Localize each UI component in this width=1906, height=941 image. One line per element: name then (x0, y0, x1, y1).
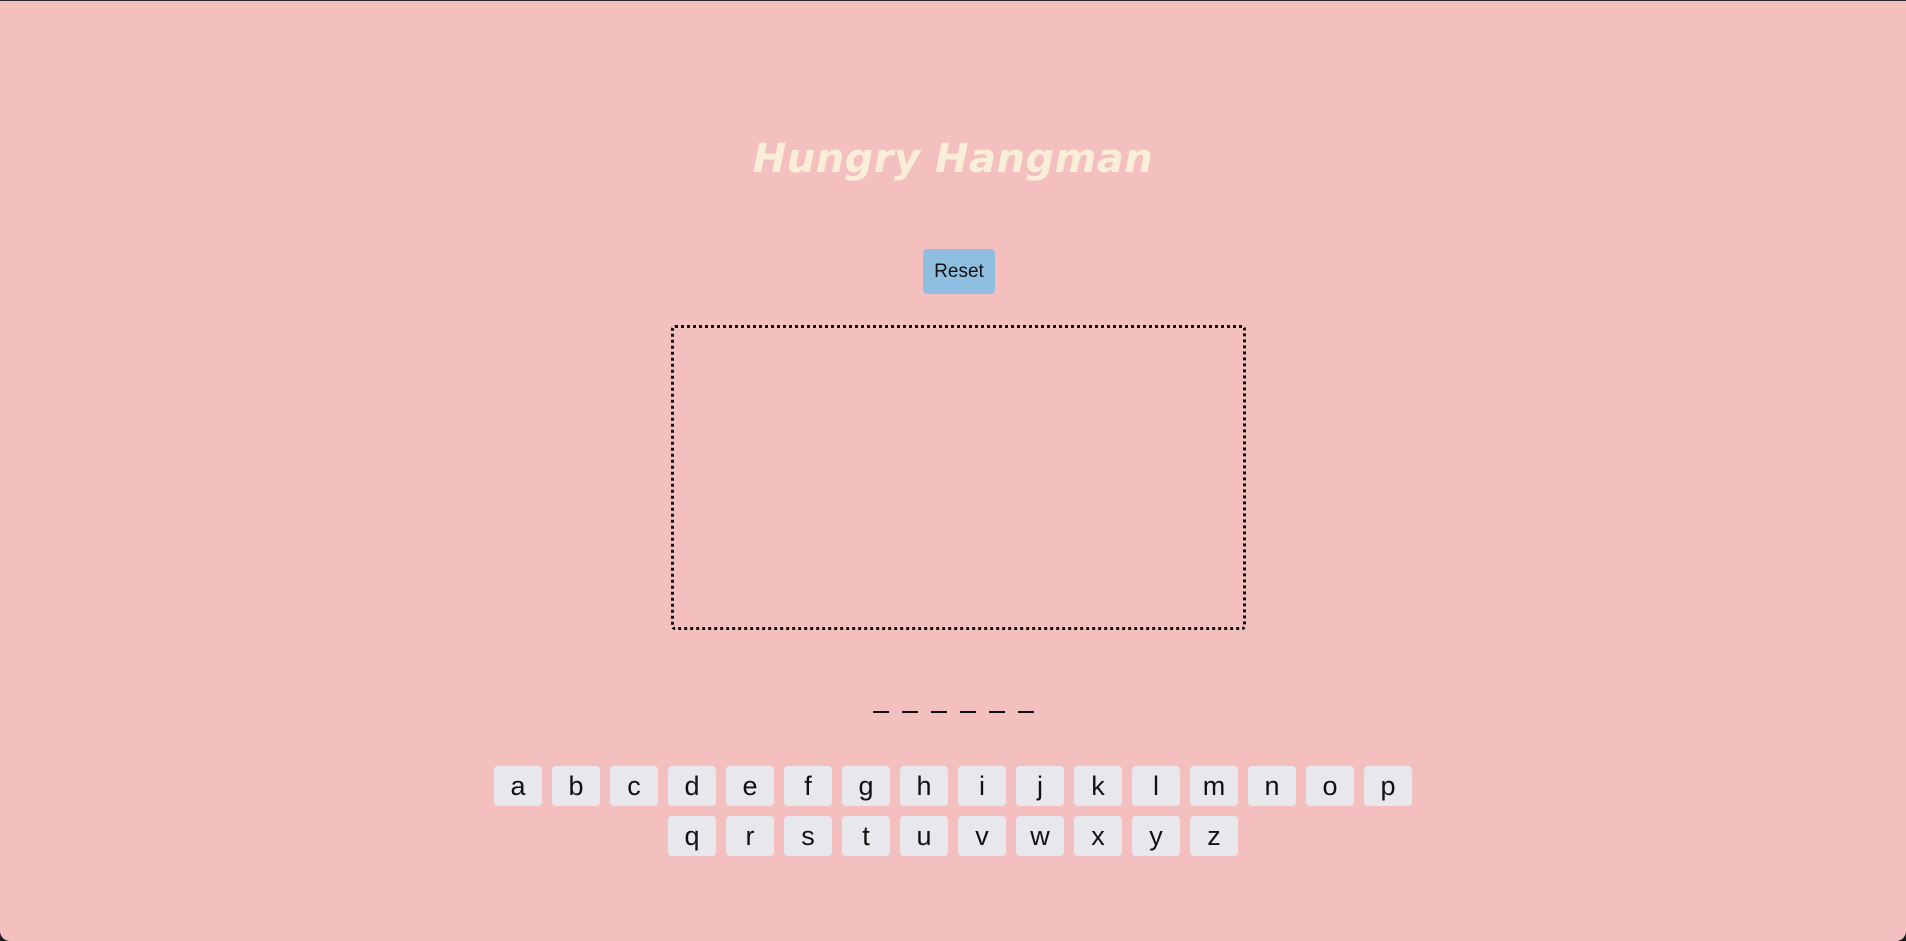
letter-blank (959, 687, 976, 713)
letter-key-a[interactable]: a (494, 766, 542, 806)
letter-blank (1017, 687, 1034, 713)
letter-key-i[interactable]: i (958, 766, 1006, 806)
keyboard-row-2: qrstuvwxyz (668, 816, 1238, 856)
letter-blank (872, 687, 889, 713)
letter-keyboard: abcdefghijklmnop qrstuvwxyz (0, 766, 1906, 856)
letter-key-f[interactable]: f (784, 766, 832, 806)
letter-key-p[interactable]: p (1364, 766, 1412, 806)
letter-blank (930, 687, 947, 713)
letter-blank (988, 687, 1005, 713)
letter-key-t[interactable]: t (842, 816, 890, 856)
letter-key-y[interactable]: y (1132, 816, 1180, 856)
reset-button[interactable]: Reset (923, 249, 995, 294)
letter-key-u[interactable]: u (900, 816, 948, 856)
letter-key-d[interactable]: d (668, 766, 716, 806)
letter-key-o[interactable]: o (1306, 766, 1354, 806)
game-title: Hungry Hangman (752, 136, 1154, 182)
hangman-drawing-area (671, 325, 1246, 630)
word-blanks (0, 687, 1906, 717)
letter-key-x[interactable]: x (1074, 816, 1122, 856)
letter-key-l[interactable]: l (1132, 766, 1180, 806)
letter-key-z[interactable]: z (1190, 816, 1238, 856)
letter-key-r[interactable]: r (726, 816, 774, 856)
letter-key-w[interactable]: w (1016, 816, 1064, 856)
letter-key-g[interactable]: g (842, 766, 890, 806)
letter-key-v[interactable]: v (958, 816, 1006, 856)
letter-key-e[interactable]: e (726, 766, 774, 806)
letter-key-m[interactable]: m (1190, 766, 1238, 806)
letter-key-j[interactable]: j (1016, 766, 1064, 806)
letter-key-c[interactable]: c (610, 766, 658, 806)
letter-key-q[interactable]: q (668, 816, 716, 856)
letter-blank (901, 687, 918, 713)
letter-key-b[interactable]: b (552, 766, 600, 806)
letter-key-k[interactable]: k (1074, 766, 1122, 806)
letter-key-n[interactable]: n (1248, 766, 1296, 806)
game-page: Hungry Hangman Reset abcdefghijklmnop qr… (0, 0, 1906, 941)
letter-key-s[interactable]: s (784, 816, 832, 856)
keyboard-row-1: abcdefghijklmnop (494, 766, 1412, 806)
letter-key-h[interactable]: h (900, 766, 948, 806)
